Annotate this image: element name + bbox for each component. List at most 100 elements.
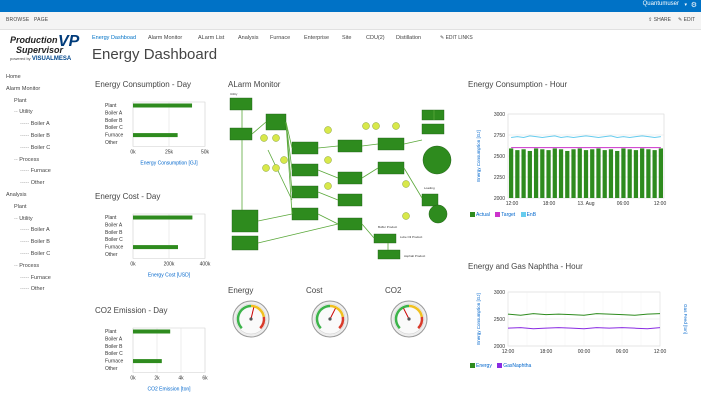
chevron-down-icon[interactable]: ▾ (684, 2, 687, 8)
process-unit[interactable] (377, 249, 401, 260)
process-unit[interactable] (291, 185, 319, 199)
bar[interactable] (596, 148, 601, 198)
sidebar-item-alarm-monitor[interactable]: Alarm Monitor (6, 86, 40, 92)
tank-icon[interactable] (324, 156, 332, 164)
sidebar-item-plant[interactable]: Plant (14, 204, 27, 210)
sidebar-item-other[interactable]: ----- Other (20, 180, 44, 186)
bar[interactable] (602, 150, 607, 198)
process-unit[interactable] (337, 139, 363, 153)
alarm-monitor-diagram[interactable]: Utility Buffer Product Loading Lube Oil Pro… (228, 90, 464, 268)
bar[interactable] (608, 149, 614, 198)
process-unit[interactable] (229, 97, 253, 111)
furnace-unit[interactable] (422, 145, 452, 175)
process-unit[interactable] (337, 171, 363, 185)
bar[interactable] (552, 148, 557, 198)
tank-icon[interactable] (392, 122, 400, 130)
bar[interactable] (558, 149, 564, 198)
sidebar-item-home[interactable]: Home (6, 74, 21, 80)
legend-item-actual[interactable]: Actual (470, 212, 490, 218)
tank-icon[interactable] (280, 156, 288, 164)
nav-item-furnace[interactable]: Furnace (270, 35, 290, 41)
tank-icon[interactable] (262, 164, 270, 172)
bar[interactable] (133, 133, 178, 138)
bar[interactable] (583, 150, 589, 198)
sidebar-item-furnace[interactable]: ----- Furnace (20, 275, 51, 281)
bar[interactable] (590, 149, 595, 198)
bar[interactable] (133, 103, 193, 108)
nav-item-enterprise[interactable]: Enterprise (304, 35, 329, 41)
nav-item-cdu-2[interactable]: CDU(2) (366, 35, 385, 41)
sidebar-item-plant[interactable]: Plant (14, 98, 27, 104)
edit-links-button[interactable]: ✎ EDIT LINKS (440, 35, 473, 41)
process-unit[interactable] (377, 161, 405, 175)
bar[interactable] (515, 150, 520, 198)
user-menu[interactable]: Quantumuser (643, 1, 679, 7)
bar[interactable] (577, 148, 582, 198)
process-unit[interactable] (421, 123, 445, 135)
bar[interactable] (565, 150, 570, 198)
bar[interactable] (621, 148, 626, 198)
legend-item-target[interactable]: Target (495, 212, 515, 218)
nav-item-energy-dashboad[interactable]: Energy Dashboad (92, 35, 136, 41)
legend-item-gas[interactable]: GasNaphtha (497, 363, 531, 369)
process-unit[interactable] (337, 193, 363, 207)
sidebar-item-furnace[interactable]: ----- Furnace (20, 168, 51, 174)
process-unit[interactable] (421, 109, 445, 121)
bar[interactable] (527, 150, 532, 198)
sidebar-item-process[interactable]: -- Process (14, 263, 39, 269)
sidebar-item-utility[interactable]: -- Utility (14, 109, 33, 115)
bar[interactable] (133, 329, 171, 334)
bar[interactable] (646, 149, 651, 198)
legend-item-enb[interactable]: EnB (520, 212, 536, 218)
sidebar-item-utility[interactable]: -- Utility (14, 216, 33, 222)
process-unit[interactable] (291, 207, 319, 221)
edit-button[interactable]: ✎ EDIT (678, 17, 695, 23)
bar[interactable] (509, 148, 514, 198)
tank-icon[interactable] (372, 122, 380, 130)
bar[interactable] (133, 359, 162, 364)
sidebar-item-boiler-a[interactable]: ----- Boiler A (20, 227, 50, 233)
storage-tank[interactable] (428, 204, 448, 224)
bar[interactable] (133, 245, 178, 250)
process-unit[interactable] (421, 193, 439, 207)
nav-item-alarm-monitor[interactable]: Alarm Monitor (148, 35, 182, 41)
nav-item-distillation[interactable]: Distillation (396, 35, 421, 41)
tab-browse[interactable]: BROWSE (6, 17, 29, 23)
sidebar-item-process[interactable]: -- Process (14, 157, 39, 163)
bar[interactable] (133, 215, 193, 220)
process-unit[interactable] (373, 233, 397, 244)
bar[interactable] (571, 149, 576, 198)
tab-page[interactable]: PAGE (34, 17, 48, 23)
bar[interactable] (540, 149, 545, 198)
bar[interactable] (627, 149, 632, 198)
sidebar-item-boiler-c[interactable]: ----- Boiler C (20, 145, 50, 151)
tank-icon[interactable] (272, 164, 280, 172)
sidebar-item-boiler-c[interactable]: ----- Boiler C (20, 251, 50, 257)
nav-item-alarm-list[interactable]: ALarm List (198, 35, 224, 41)
bar[interactable] (652, 150, 657, 198)
bar[interactable] (546, 150, 551, 198)
bar[interactable] (633, 150, 639, 198)
site-logo[interactable]: Production Supervisor VP powered by VISU… (8, 33, 86, 65)
legend-item-energy[interactable]: Energy (470, 363, 492, 369)
sidebar-item-analysis[interactable]: Analysis (6, 192, 26, 198)
tank-icon[interactable] (324, 182, 332, 190)
sidebar-item-boiler-b[interactable]: ----- Boiler B (20, 239, 50, 245)
process-unit[interactable] (377, 137, 405, 151)
process-unit[interactable] (337, 217, 363, 231)
sidebar-item-boiler-a[interactable]: ----- Boiler A (20, 121, 50, 127)
nav-item-site[interactable]: Site (342, 35, 351, 41)
tank-icon[interactable] (402, 212, 410, 220)
gear-icon[interactable]: ⚙ (691, 1, 697, 9)
tank-icon[interactable] (324, 126, 332, 134)
process-unit[interactable] (231, 209, 259, 233)
sidebar-item-boiler-b[interactable]: ----- Boiler B (20, 133, 50, 139)
bar[interactable] (658, 148, 663, 198)
process-unit[interactable] (291, 163, 319, 177)
bar[interactable] (533, 148, 539, 198)
bar[interactable] (615, 150, 620, 198)
tank-icon[interactable] (402, 180, 410, 188)
tank-icon[interactable] (362, 122, 370, 130)
bar[interactable] (640, 148, 645, 198)
process-unit[interactable] (231, 235, 259, 251)
